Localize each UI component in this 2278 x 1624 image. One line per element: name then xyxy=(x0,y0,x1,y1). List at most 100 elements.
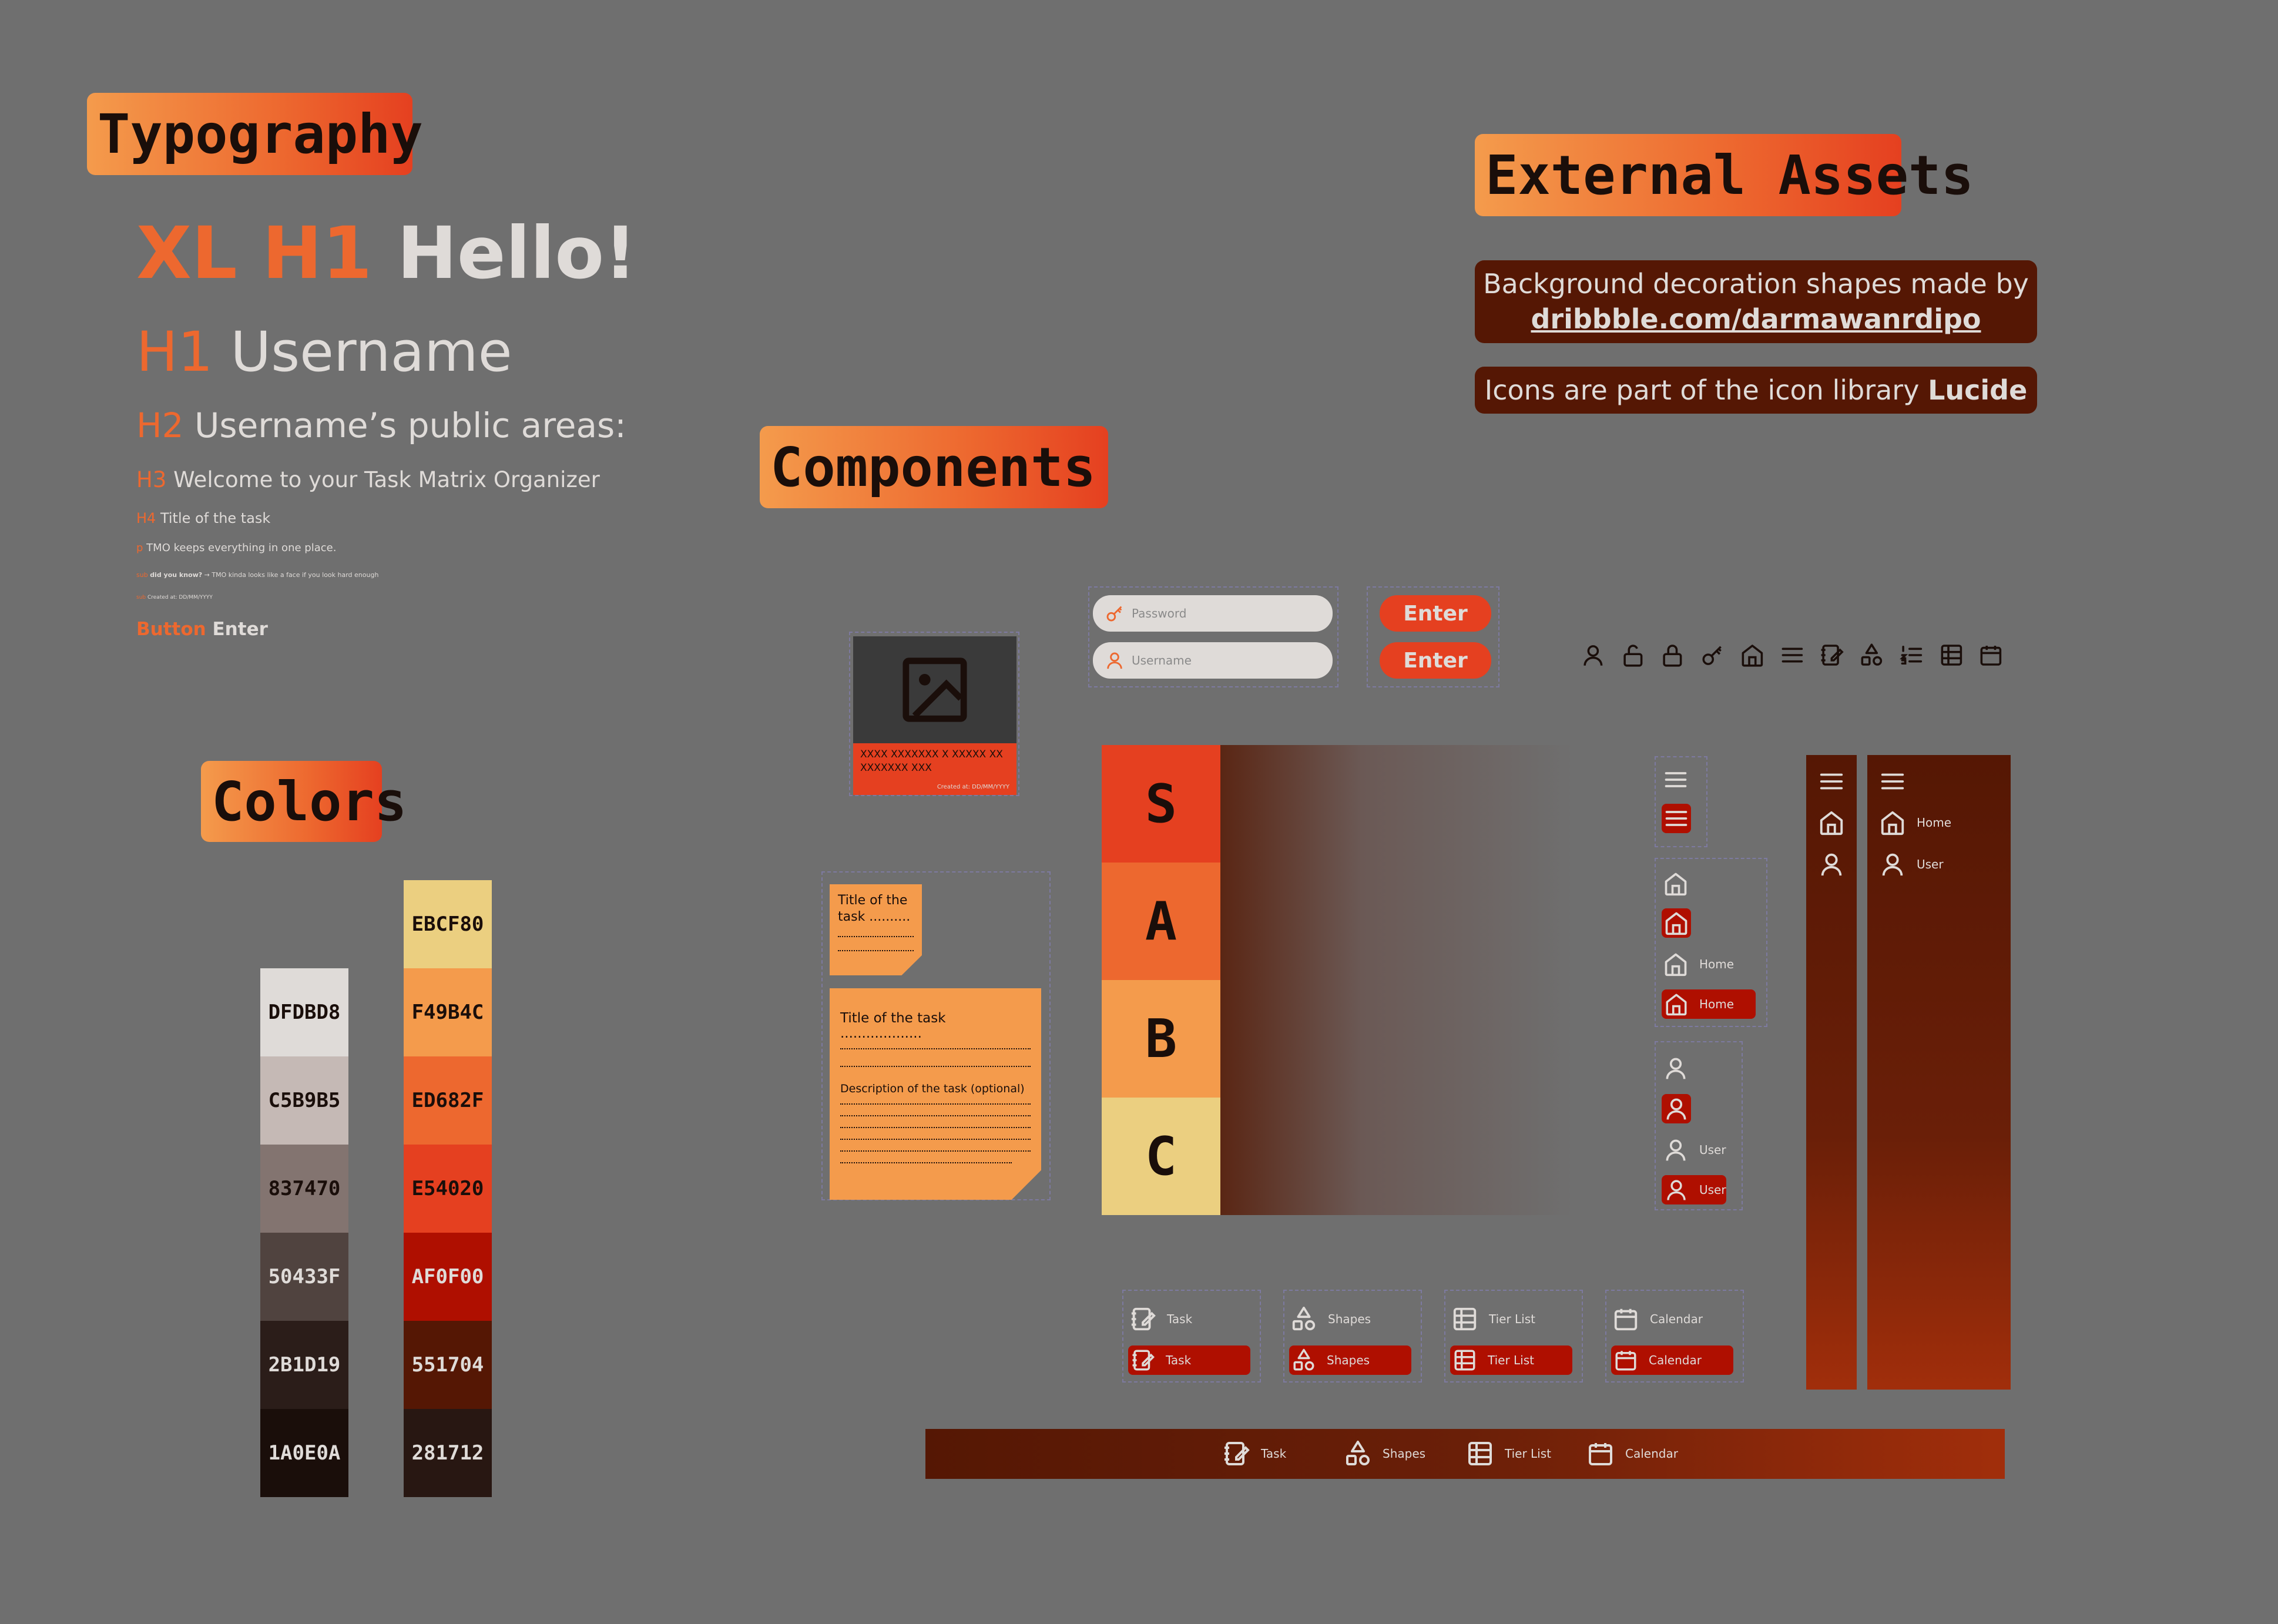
home-nav-item[interactable]: Home xyxy=(1663,951,1734,978)
calendar-icon xyxy=(1612,1306,1639,1333)
image-icon xyxy=(897,655,972,724)
notebook-pen-icon xyxy=(1130,1348,1155,1373)
shapes-icon xyxy=(1290,1306,1317,1333)
p-tag: p xyxy=(136,542,143,554)
tab-label: Shapes xyxy=(1328,1312,1371,1326)
h3-text: Welcome to your Task Matrix Organizer xyxy=(173,467,600,492)
home-icon-active[interactable] xyxy=(1662,908,1691,938)
card-created: Created at: DD/MM/YYYY xyxy=(937,784,1009,790)
bottom-tab-bar: Task Shapes Tier List Calendar xyxy=(925,1429,2005,1479)
credit-icons-lucide: Lucide xyxy=(1928,374,2028,406)
bottom-tab-shapes[interactable]: Shapes xyxy=(1344,1440,1425,1468)
sub-tag: sub xyxy=(136,571,148,579)
sub-text: → TMO kinda looks like a face if you loo… xyxy=(204,571,379,579)
bottom-tab-tier-list[interactable]: Tier List xyxy=(1466,1440,1551,1468)
h1-sample: H1 Username xyxy=(136,320,512,384)
tab-label: Tier List xyxy=(1488,1353,1535,1367)
tier-c[interactable]: C xyxy=(1102,1098,1220,1215)
icon-row xyxy=(1581,642,2004,674)
h3-tag: H3 xyxy=(136,467,167,492)
h1-text: Username xyxy=(230,320,512,384)
user-icon[interactable] xyxy=(1663,1055,1689,1081)
typography-heading: Typography xyxy=(87,93,423,175)
sidebar-collapsed xyxy=(1806,755,1857,1390)
user-icon-active[interactable] xyxy=(1662,1094,1691,1123)
user-icon xyxy=(1664,1177,1689,1202)
sidebar-item-home[interactable]: Home xyxy=(1879,809,1951,836)
menu-icon-active[interactable] xyxy=(1662,804,1691,833)
home-icon xyxy=(1740,642,1765,668)
calendar-icon xyxy=(1613,1348,1638,1373)
tab-tier-list-active[interactable]: Tier List xyxy=(1450,1345,1572,1375)
tab-label: Tier List xyxy=(1505,1447,1552,1461)
credit-shapes-link[interactable]: dribbble.com/darmawanrdipo xyxy=(1475,301,2037,337)
tier-a[interactable]: A xyxy=(1102,863,1220,980)
button-sample: Button Enter xyxy=(136,619,268,640)
button-tag: Button xyxy=(136,619,206,640)
bottom-tab-calendar[interactable]: Calendar xyxy=(1586,1440,1678,1468)
h4-tag: H4 xyxy=(136,510,156,526)
home-label: Home xyxy=(1699,997,1734,1011)
sticky-note-large[interactable]: Title of the task ................... De… xyxy=(830,988,1041,1200)
tab-task[interactable]: Task xyxy=(1129,1306,1192,1333)
sticky-desc: Description of the task (optional) xyxy=(840,1082,1025,1095)
dotted-line xyxy=(840,1049,1031,1067)
sub-bold: did you know? xyxy=(150,571,203,579)
color-swatch: C5B9B5 xyxy=(260,1056,348,1145)
username-field[interactable]: Username xyxy=(1093,642,1333,679)
home-icon xyxy=(1664,992,1689,1016)
button-text: Enter xyxy=(212,619,268,640)
user-icon xyxy=(1879,851,1906,878)
card-image-area xyxy=(853,636,1016,743)
notebook-pen-icon xyxy=(1819,642,1844,668)
sub2-tag: sub xyxy=(136,595,146,600)
tier-s[interactable]: S xyxy=(1102,745,1220,863)
tier-b[interactable]: B xyxy=(1102,980,1220,1098)
menu-icon xyxy=(1780,642,1805,668)
calendar-icon xyxy=(1978,642,2004,668)
tab-tier-list[interactable]: Tier List xyxy=(1451,1306,1535,1333)
bottom-tab-task[interactable]: Task xyxy=(1222,1440,1286,1468)
enter-button[interactable]: Enter xyxy=(1380,595,1491,632)
home-icon[interactable] xyxy=(1818,809,1845,836)
username-placeholder: Username xyxy=(1132,653,1192,667)
tab-calendar-active[interactable]: Calendar xyxy=(1611,1345,1733,1375)
color-swatch: DFDBD8 xyxy=(260,968,348,1056)
home-icon[interactable] xyxy=(1663,871,1689,897)
notebook-pen-icon xyxy=(1222,1440,1250,1468)
user-label: User xyxy=(1699,1183,1726,1197)
home-label: Home xyxy=(1699,957,1734,971)
task-card[interactable]: XXXX XXXXXXX X XXXXX XX XXXXXXX XXX Crea… xyxy=(853,636,1016,796)
user-nav-item[interactable]: User xyxy=(1663,1136,1726,1163)
enter-button-alt[interactable]: Enter xyxy=(1380,642,1491,679)
dotted-line xyxy=(840,1095,1031,1105)
sidebar-item-user[interactable]: User xyxy=(1879,851,1944,878)
user-icon xyxy=(1581,642,1606,668)
user-icon[interactable] xyxy=(1818,851,1845,878)
tab-shapes-active[interactable]: Shapes xyxy=(1289,1345,1411,1375)
shapes-icon xyxy=(1291,1348,1316,1373)
card-caption: XXXX XXXXXXX X XXXXX XX XXXXXXX XXX xyxy=(860,749,1003,774)
color-swatch: F49B4C xyxy=(404,968,492,1056)
menu-icon[interactable] xyxy=(1879,768,1906,795)
h2-tag: H2 xyxy=(136,405,184,445)
password-field[interactable]: Password xyxy=(1093,595,1333,632)
sticky-note-small[interactable]: Title of the task .......... xyxy=(830,884,922,975)
tab-shapes[interactable]: Shapes xyxy=(1290,1306,1371,1333)
credit-icons-box: Icons are part of the icon library Lucid… xyxy=(1475,367,2037,414)
card-caption-area: XXXX XXXXXXX X XXXXX XX XXXXXXX XXX Crea… xyxy=(853,743,1016,795)
tab-calendar[interactable]: Calendar xyxy=(1612,1306,1703,1333)
menu-icon[interactable] xyxy=(1818,768,1845,795)
user-nav-item-active[interactable]: User xyxy=(1662,1175,1726,1204)
tab-task-active[interactable]: Task xyxy=(1128,1345,1250,1375)
menu-icon[interactable] xyxy=(1663,767,1689,793)
shapes-icon xyxy=(1344,1440,1372,1468)
key-icon xyxy=(1105,603,1125,623)
home-nav-item-active[interactable]: Home xyxy=(1662,989,1756,1019)
calendar-icon xyxy=(1586,1440,1615,1468)
color-swatch: AF0F00 xyxy=(404,1233,492,1321)
colors-heading: Colors xyxy=(201,761,407,842)
table-icon xyxy=(1451,1306,1478,1333)
dotted-line xyxy=(838,937,914,951)
color-swatch: 2B1D19 xyxy=(260,1321,348,1409)
